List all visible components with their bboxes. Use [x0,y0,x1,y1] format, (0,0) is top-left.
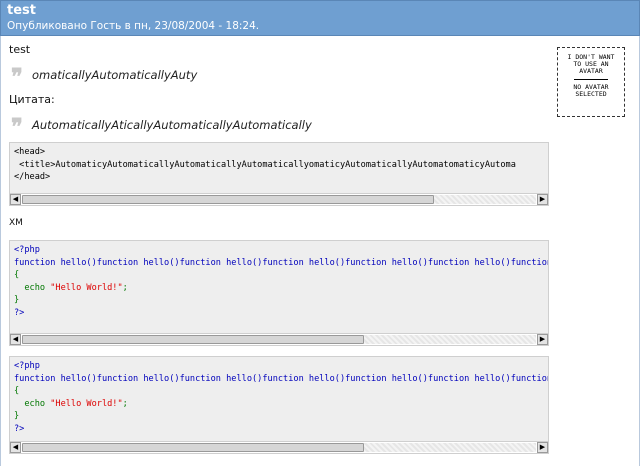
code-line: } [14,295,20,306]
quote-icon: ❞ [11,64,23,90]
code-punct: ; [122,282,128,293]
quote-icon: ❞ [11,114,23,140]
post-text: test [9,43,31,56]
scroll-thumb[interactable] [22,443,364,452]
code-line: function hello()function hello()function… [14,257,548,268]
post-meta: Опубликовано Гость в пн, 23/08/2004 - 18… [7,20,260,32]
scroll-right-icon[interactable]: ▶ [537,442,548,453]
scroll-thumb[interactable] [22,195,434,204]
code-string: "Hello World!" [50,282,123,293]
post-header: test Опубликовано Гость в пн, 23/08/2004… [0,0,640,36]
scroll-right-icon[interactable]: ▶ [537,194,548,205]
code-line: <title>AutomaticyAutomaticallyAutomatica… [14,159,516,170]
code-line: { [14,270,20,281]
code-content: <head> <title>AutomaticyAutomaticallyAut… [10,143,548,187]
avatar-text: I DON'T WANT TO USE AN AVATAR [567,53,615,75]
code-line: } [14,411,20,422]
quote-text: AutomaticallyAticallyAutomaticallyAutoma… [32,118,312,132]
scroll-track[interactable] [364,335,536,344]
code-line: <?php [14,245,40,255]
scroll-left-icon[interactable]: ◀ [10,442,21,453]
horizontal-scrollbar[interactable]: ◀ ▶ [10,333,548,345]
avatar-divider [574,79,608,80]
scroll-left-icon[interactable]: ◀ [10,334,21,345]
code-line: </head> [14,172,51,183]
avatar: I DON'T WANT TO USE AN AVATAR NO AVATAR … [557,47,625,117]
code-line: <?php [14,361,40,371]
code-line: <head> [14,147,46,157]
scroll-left-icon[interactable]: ◀ [10,194,21,205]
horizontal-scrollbar[interactable]: ◀ ▶ [10,441,548,453]
code-line: ?> [14,423,25,434]
code-block-php: <?php function hello()function hello()fu… [9,356,549,454]
code-content: <?php function hello()function hello()fu… [10,241,548,323]
code-block-php: <?php function hello()function hello()fu… [9,240,549,346]
code-keyword: echo [14,398,51,409]
xml-label: XM [9,218,23,228]
code-punct: ; [122,398,128,409]
horizontal-scrollbar[interactable]: ◀ ▶ [10,193,548,205]
code-block-html: <head> <title>AutomaticyAutomaticallyAut… [9,142,549,206]
code-content: <?php function hello()function hello()fu… [10,357,548,439]
avatar-text: NO AVATAR SELECTED [573,83,609,98]
code-line: ?> [14,307,25,318]
code-line: { [14,386,20,397]
scroll-thumb[interactable] [22,335,364,344]
code-string: "Hello World!" [50,398,123,409]
scroll-right-icon[interactable]: ▶ [537,334,548,345]
scroll-track[interactable] [364,443,536,452]
code-line: function hello()function hello()function… [14,373,548,384]
scroll-track[interactable] [434,195,536,204]
code-keyword: echo [14,282,51,293]
quote-text: omaticallyAutomaticallyAuty [32,68,198,82]
post-title[interactable]: test [7,3,36,18]
quote-label: Цитата: [9,93,55,106]
